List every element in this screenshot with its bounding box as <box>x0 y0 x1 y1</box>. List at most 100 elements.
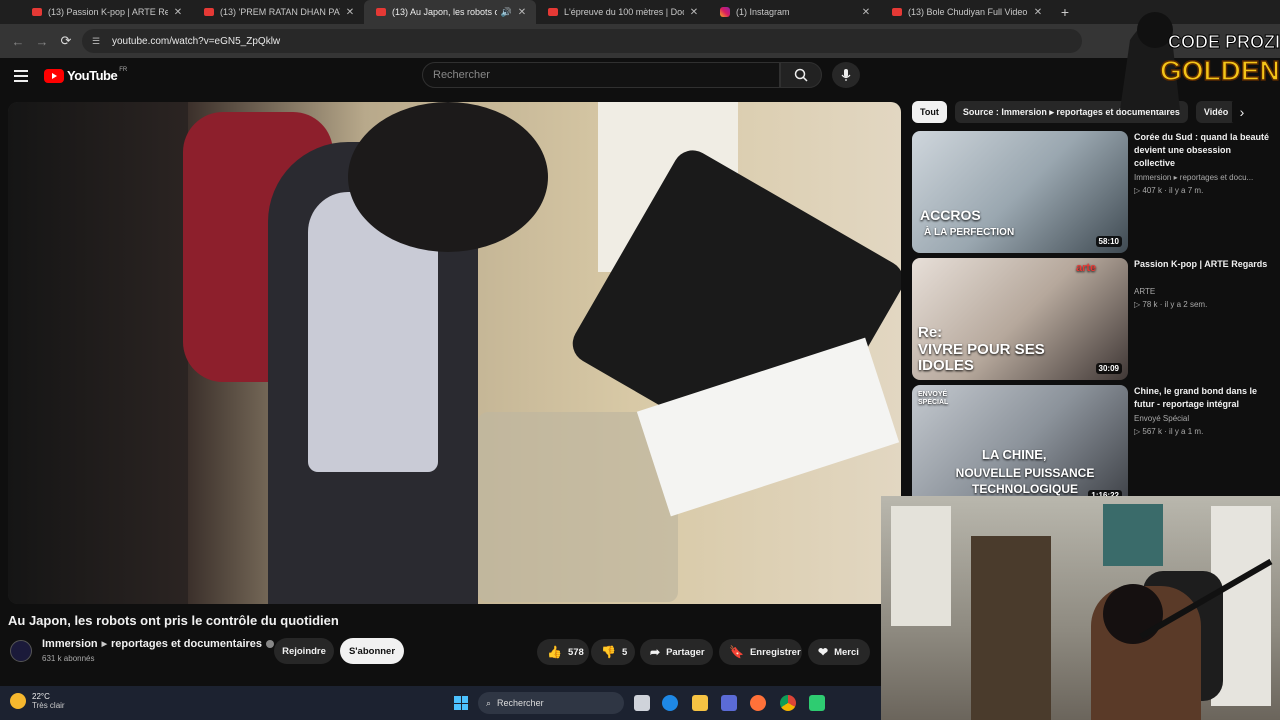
close-icon[interactable]: ✕ <box>344 7 356 18</box>
webcam-shape <box>971 536 1051 720</box>
thanks-label: Merci <box>834 646 859 658</box>
dislike-button[interactable]: 👎 5 <box>591 639 635 665</box>
tab-title: (1) Instagram <box>736 7 790 17</box>
subscribe-button[interactable]: S'abonner <box>340 638 404 664</box>
weather-desc: Très clair <box>32 701 65 710</box>
brand-line-2: GOLDENG <box>1160 55 1280 86</box>
windows-start-icon[interactable] <box>454 696 468 710</box>
video-thumbnail[interactable]: ACCROS À LA PERFECTION 58:10 <box>912 131 1128 253</box>
search-button[interactable] <box>780 62 822 88</box>
related-video[interactable]: ENVOYÉ SPÉCIAL LA CHINE, NOUVELLE PUISSA… <box>912 385 1272 507</box>
address-bar-row: ← → ⟳ ☰ youtube.com/watch?v=eGN5_ZpQklw <box>0 24 1280 58</box>
youtube-header: YouTube FR Rechercher <box>0 58 1280 100</box>
forward-arrow-icon[interactable]: → <box>30 29 54 53</box>
thumbnail-overlay-text: NOUVELLE PUISSANCE TECHNOLOGIQUE <box>955 466 1095 496</box>
taskbar-search-label: Rechercher <box>497 698 544 708</box>
store-icon[interactable] <box>721 695 737 711</box>
separator-arrow-icon: ▶ <box>101 641 108 648</box>
thumbnail-overlay-text: À LA PERFECTION <box>924 227 1015 238</box>
duration-badge: 30:09 <box>1095 363 1122 374</box>
related-video-channel[interactable]: Immersion ▸ reportages et docu... <box>1134 173 1270 182</box>
menu-icon[interactable] <box>14 70 28 82</box>
channel-name[interactable]: Immersion ▶ reportages et documentaires <box>42 638 275 650</box>
close-icon[interactable]: ✕ <box>860 7 872 18</box>
youtube-play-icon <box>44 68 64 83</box>
speaker-icon[interactable]: 🔊 <box>501 7 512 18</box>
task-view-icon[interactable] <box>634 695 650 711</box>
region-code: FR <box>119 66 128 73</box>
webcam-overlay <box>881 496 1280 720</box>
brand-line-1: CODE PROZIS <box>1168 32 1280 52</box>
thumbs-down-icon: 👎 <box>601 645 616 659</box>
related-video[interactable]: ACCROS À LA PERFECTION 58:10 Corée du Su… <box>912 131 1272 253</box>
tab-1[interactable]: (13) 'PREM RATAN DHAN PAYO' ✕ <box>192 0 364 24</box>
join-button[interactable]: Rejoindre <box>274 638 334 664</box>
search-input[interactable]: Rechercher <box>422 62 780 88</box>
webcam-shape <box>1103 504 1163 566</box>
youtube-icon <box>204 8 214 16</box>
thanks-icon: ❤ <box>818 645 829 659</box>
dislike-count: 5 <box>621 646 628 658</box>
close-icon[interactable]: ✕ <box>516 7 528 18</box>
chip-all[interactable]: Tout <box>912 101 947 123</box>
channel-name-part: reportages et documentaires <box>111 638 263 650</box>
subscriber-count: 631 k abonnés <box>42 654 95 663</box>
save-button[interactable]: 🔖 Enregistrer <box>719 639 802 665</box>
close-icon[interactable]: ✕ <box>172 7 184 18</box>
url-field[interactable]: ☰ youtube.com/watch?v=eGN5_ZpQklw <box>82 29 1082 53</box>
close-icon[interactable]: ✕ <box>688 7 700 18</box>
file-explorer-icon[interactable] <box>692 695 708 711</box>
related-video-meta: ▷ 78 k · il y a 2 sem. <box>1134 300 1208 309</box>
youtube-icon <box>892 8 902 16</box>
thumbnail-overlay-text: ACCROS <box>920 207 981 223</box>
app-icon[interactable] <box>809 695 825 711</box>
search-icon: ⌕ <box>486 697 492 708</box>
tab-2-active[interactable]: (13) Au Japon, les robots ont pris 🔊 ✕ <box>364 0 536 24</box>
tab-3[interactable]: L'épreuve du 100 mètres | Docu ✕ <box>536 0 708 24</box>
thumbnail-overlay-text: VIVRE POUR SES IDOLES <box>918 341 1045 374</box>
streamer-logo: CODE PROZIS GOLDENG <box>1110 0 1280 110</box>
chrome-icon[interactable] <box>780 695 796 711</box>
reload-icon[interactable]: ⟳ <box>54 29 78 53</box>
tab-title: (13) Passion K-pop | ARTE Regards <box>48 7 168 17</box>
channel-badge: ENVOYÉ SPÉCIAL <box>918 391 949 406</box>
youtube-icon <box>548 8 558 16</box>
tab-0[interactable]: (13) Passion K-pop | ARTE Regards ✕ <box>20 0 192 24</box>
video-thumbnail[interactable]: ENVOYÉ SPÉCIAL LA CHINE, NOUVELLE PUISSA… <box>912 385 1128 507</box>
tab-4[interactable]: (1) Instagram ✕ <box>708 0 880 24</box>
related-video-title[interactable]: Chine, le grand bond dans le futur - rep… <box>1134 385 1270 411</box>
related-video-channel[interactable]: Envoyé Spécial <box>1134 414 1270 423</box>
logo-text: YouTube <box>67 68 118 83</box>
close-icon[interactable]: ✕ <box>1032 7 1044 18</box>
related-video-title[interactable]: Passion K-pop | ARTE Regards <box>1134 258 1270 271</box>
url-text: youtube.com/watch?v=eGN5_ZpQklw <box>112 35 281 47</box>
tab-title: (13) Bole Chudiyan Full Video <box>908 7 1028 17</box>
channel-name-part: Immersion <box>42 638 98 650</box>
video-title: Au Japon, les robots ont pris le contrôl… <box>8 613 339 628</box>
new-tab-button[interactable]: + <box>1056 4 1074 20</box>
save-label: Enregistrer <box>749 646 801 658</box>
search-icon <box>794 68 808 82</box>
video-player[interactable] <box>8 102 901 604</box>
video-thumbnail[interactable]: arte Re: VIVRE POUR SES IDOLES 30:09 <box>912 258 1128 380</box>
channel-avatar[interactable] <box>10 640 32 662</box>
tab-5[interactable]: (13) Bole Chudiyan Full Video ✕ <box>880 0 1052 24</box>
share-button[interactable]: ➦ Partager <box>640 639 713 665</box>
voice-search-button[interactable] <box>832 62 860 88</box>
related-video-title[interactable]: Corée du Sud : quand la beauté devient u… <box>1134 131 1270 170</box>
related-video-channel[interactable]: ARTE <box>1134 287 1270 296</box>
youtube-logo[interactable]: YouTube FR <box>44 66 128 83</box>
edge-icon[interactable] <box>662 695 678 711</box>
verified-icon <box>266 640 275 648</box>
weather-widget[interactable]: 22°C Très clair <box>10 692 65 710</box>
firefox-icon[interactable] <box>750 695 766 711</box>
related-video[interactable]: arte Re: VIVRE POUR SES IDOLES 30:09 Pas… <box>912 258 1272 380</box>
tab-title: (13) Au Japon, les robots ont pris <box>392 7 497 17</box>
thanks-button[interactable]: ❤ Merci <box>808 639 870 665</box>
site-info-icon[interactable]: ☰ <box>92 36 104 46</box>
weather-temp: 22°C <box>32 692 50 701</box>
taskbar-search[interactable]: ⌕ Rechercher <box>478 692 624 714</box>
like-count: 578 <box>567 646 584 658</box>
like-button[interactable]: 👍 578 <box>537 639 589 665</box>
back-arrow-icon[interactable]: ← <box>6 29 30 53</box>
